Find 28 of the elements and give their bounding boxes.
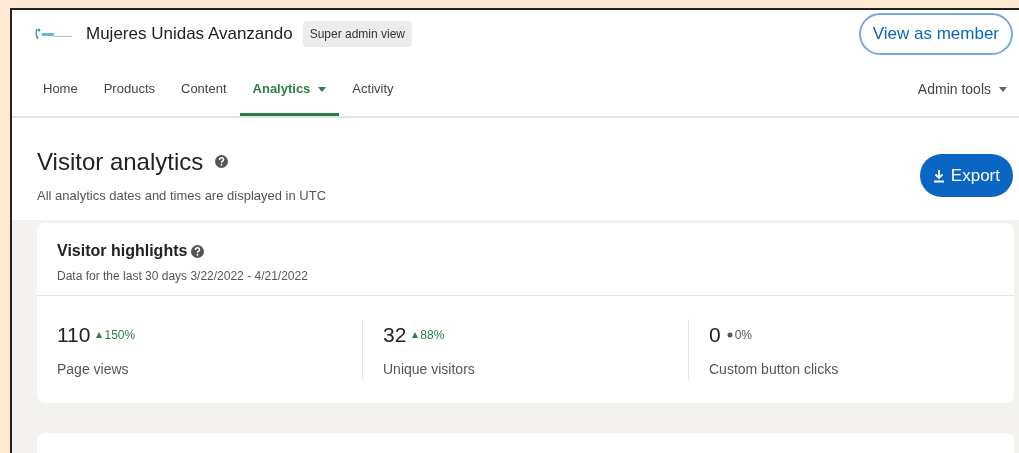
nav-tab[interactable]: Activity bbox=[339, 75, 407, 116]
metric-label: Custom button clicks bbox=[709, 359, 840, 379]
download-icon bbox=[932, 168, 945, 183]
metric-value: 110 bbox=[57, 322, 91, 349]
card-subtitle: Data for the last 30 days 3/22/2022 - 4/21/2022 bbox=[57, 268, 309, 285]
metric-value: 32 bbox=[383, 322, 407, 349]
metric-change: 0% bbox=[734, 327, 753, 344]
org-name: Mujeres Unidas Avanzando bbox=[86, 23, 293, 46]
help-icon[interactable] bbox=[215, 155, 229, 169]
page-subtitle: All analytics dates and times are displayed in UTC bbox=[37, 186, 327, 205]
help-icon[interactable] bbox=[191, 244, 205, 258]
nav-tab[interactable]: Analytics bbox=[239, 75, 340, 116]
view-as-member-button[interactable]: View as member bbox=[858, 13, 1013, 55]
metric-change: 88% bbox=[420, 327, 445, 344]
metric-value: 0 bbox=[709, 322, 721, 349]
metric-change: 150% bbox=[104, 327, 136, 344]
page-title: Visitor analytics bbox=[37, 146, 204, 177]
card-title: Visitor highlights bbox=[57, 241, 188, 261]
admin-tools-menu[interactable]: Admin tools bbox=[917, 78, 1007, 116]
logo-icon bbox=[34, 27, 74, 42]
metric-label: Unique visitors bbox=[383, 359, 476, 379]
admin-view-badge: Super admin view bbox=[302, 21, 413, 48]
caret-icon bbox=[999, 86, 1007, 92]
metric-label: Page views bbox=[57, 359, 130, 379]
nav-tab[interactable]: Home bbox=[30, 75, 91, 116]
export-button[interactable]: Export bbox=[919, 153, 1013, 198]
nav-tab[interactable]: Products bbox=[90, 75, 168, 116]
nav-tab[interactable]: Content bbox=[168, 75, 240, 116]
